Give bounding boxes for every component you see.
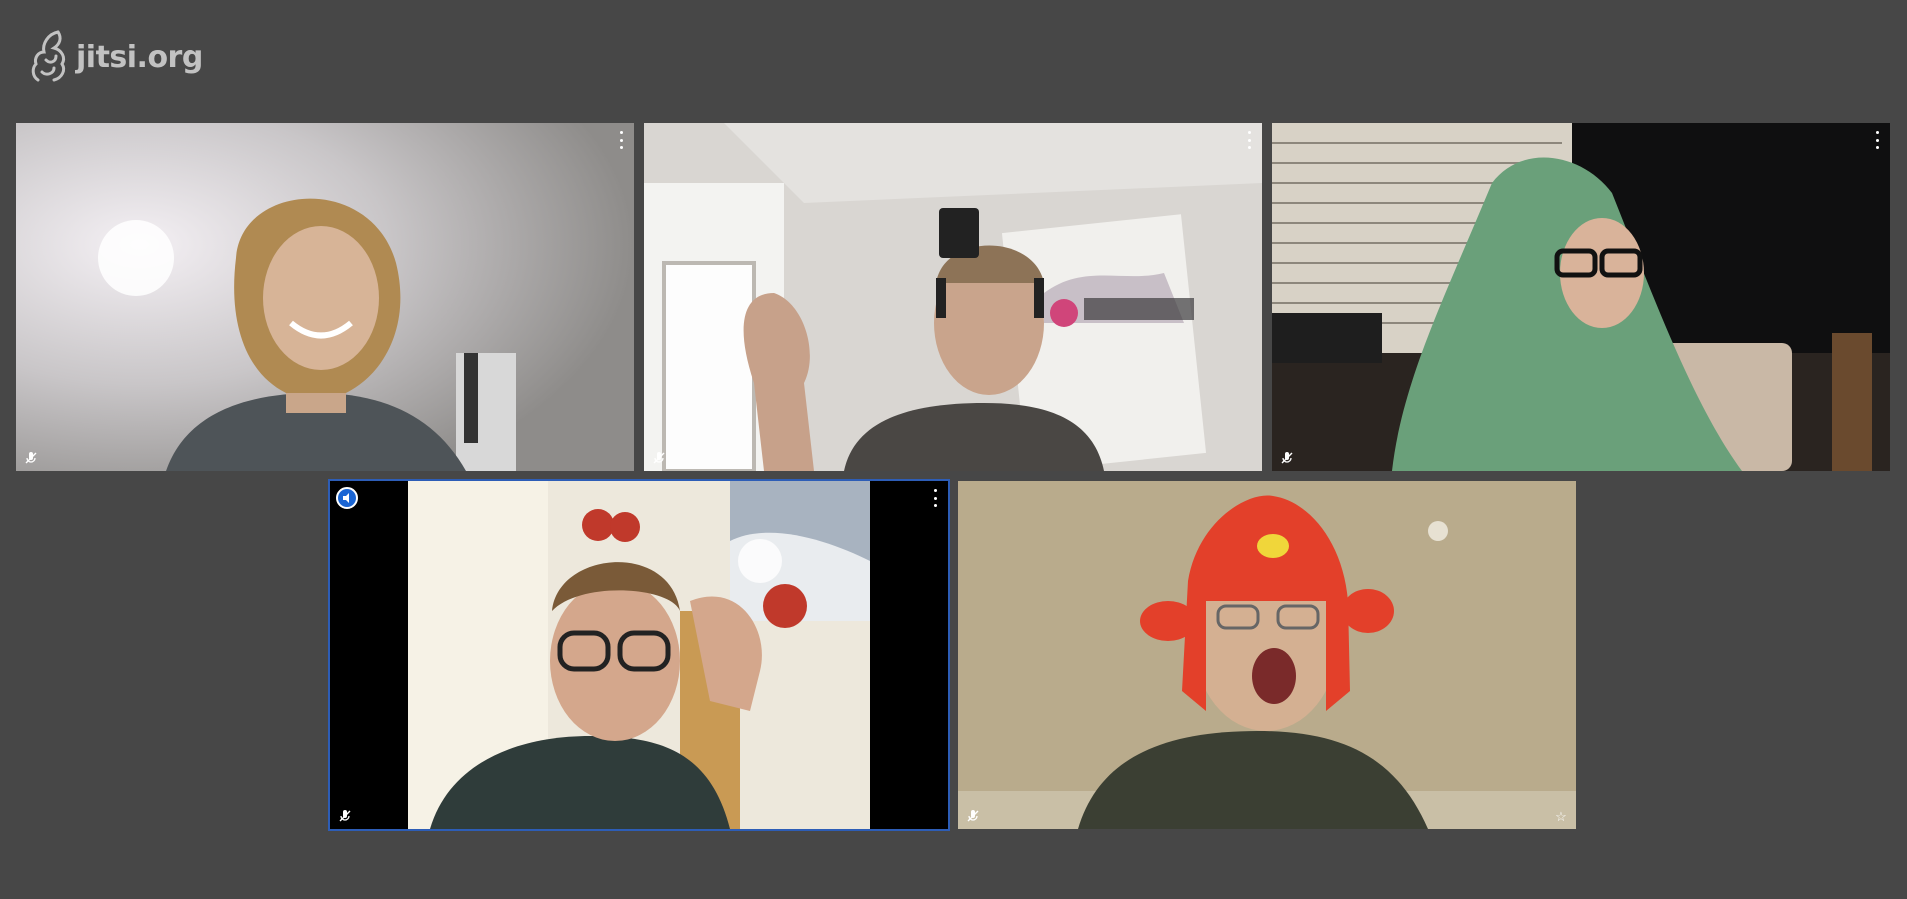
participant-tile-4[interactable]	[328, 479, 950, 831]
mic-muted-icon	[653, 452, 665, 464]
more-options-icon[interactable]	[928, 489, 942, 507]
jitsi-logo-icon	[31, 30, 66, 82]
more-options-icon[interactable]	[614, 131, 628, 149]
participant-tile-2[interactable]	[644, 123, 1262, 471]
participant-video	[330, 481, 948, 829]
more-options-icon[interactable]	[1870, 131, 1884, 149]
participant-video	[644, 123, 1262, 471]
more-options-icon[interactable]	[1242, 131, 1256, 149]
participant-video	[958, 481, 1576, 829]
participant-tile-3[interactable]	[1272, 123, 1890, 471]
jitsi-watermark[interactable]: jitsi.org	[28, 26, 203, 88]
mic-muted-icon	[339, 810, 351, 822]
mic-muted-icon	[25, 452, 37, 464]
star-icon: ☆	[1555, 809, 1567, 824]
watermark-text: jitsi.org	[76, 39, 203, 75]
participant-tile-5[interactable]: ☆	[958, 481, 1576, 829]
participant-tile-1[interactable]	[16, 123, 634, 471]
mic-muted-icon	[1281, 452, 1293, 464]
mic-muted-icon	[967, 810, 979, 822]
speaker-indicator-icon	[336, 487, 358, 509]
participant-video	[1272, 123, 1890, 471]
participant-video	[16, 123, 634, 471]
